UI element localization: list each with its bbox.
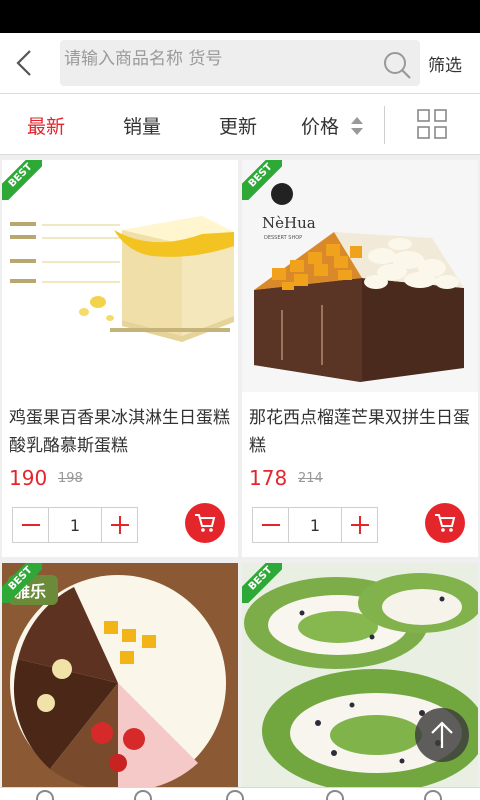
- product-title[interactable]: 鸡蛋果百香果冰淇淋生日蛋糕酸乳酪慕斯蛋糕: [9, 404, 234, 460]
- scroll-top-icon: [431, 721, 453, 748]
- brand-logo-text: NèHua: [262, 214, 316, 232]
- product-old-price: 198: [58, 471, 83, 486]
- sort-tab-price[interactable]: 价格: [301, 112, 339, 139]
- cart-icon: [435, 514, 456, 532]
- search-input[interactable]: [60, 40, 375, 86]
- best-badge: BEST: [2, 160, 42, 200]
- quantity-stepper: [12, 507, 138, 543]
- qty-decrease-button[interactable]: [13, 508, 49, 542]
- back-button[interactable]: [8, 43, 40, 83]
- product-card[interactable]: BEST: [242, 563, 478, 800]
- sort-bar: 最新 销量 更新 价格: [0, 93, 480, 155]
- search-header: 筛选: [0, 33, 480, 93]
- product-price: 178: [249, 466, 288, 490]
- grid-view-icon[interactable]: [417, 109, 447, 139]
- back-arrow-icon: [16, 50, 31, 76]
- product-card[interactable]: BEST 鸡蛋果百香果冰淇淋生日蛋糕酸乳酪慕斯蛋糕 190 198: [2, 160, 238, 557]
- cart-icon: [195, 514, 216, 532]
- sort-tab-sales[interactable]: 销量: [123, 112, 161, 139]
- sort-tab-newest[interactable]: 最新: [27, 112, 65, 139]
- bottom-tab-bar[interactable]: [0, 787, 480, 800]
- sort-arrows-icon: [351, 117, 363, 135]
- search-box: [60, 40, 420, 86]
- product-title[interactable]: 那花西点榴莲芒果双拼生日蛋糕: [249, 404, 474, 460]
- best-badge: BEST: [2, 563, 42, 603]
- product-card[interactable]: 雅乐 BEST: [2, 563, 238, 800]
- sort-divider: [384, 106, 385, 144]
- qty-input[interactable]: [49, 508, 101, 542]
- sort-tab-updated[interactable]: 更新: [219, 112, 257, 139]
- search-icon[interactable]: [382, 50, 412, 80]
- quantity-stepper: [252, 507, 378, 543]
- best-badge: BEST: [242, 160, 282, 200]
- scroll-to-top-button[interactable]: [415, 708, 469, 762]
- best-badge: BEST: [242, 563, 282, 603]
- product-old-price: 214: [298, 471, 323, 486]
- qty-increase-button[interactable]: [341, 508, 377, 542]
- qty-input[interactable]: [289, 508, 341, 542]
- svg-text:DESSERT SHOP: DESSERT SHOP: [264, 235, 302, 241]
- qty-increase-button[interactable]: [101, 508, 137, 542]
- add-to-cart-button[interactable]: [185, 503, 225, 543]
- filter-button[interactable]: 筛选: [428, 51, 462, 76]
- product-card[interactable]: NèHua DESSERT SHOP BEST 那花西点榴莲芒果双拼生日蛋糕 1…: [242, 160, 478, 557]
- qty-decrease-button[interactable]: [253, 508, 289, 542]
- product-price: 190: [9, 466, 48, 490]
- status-bar: [0, 0, 480, 33]
- add-to-cart-button[interactable]: [425, 503, 465, 543]
